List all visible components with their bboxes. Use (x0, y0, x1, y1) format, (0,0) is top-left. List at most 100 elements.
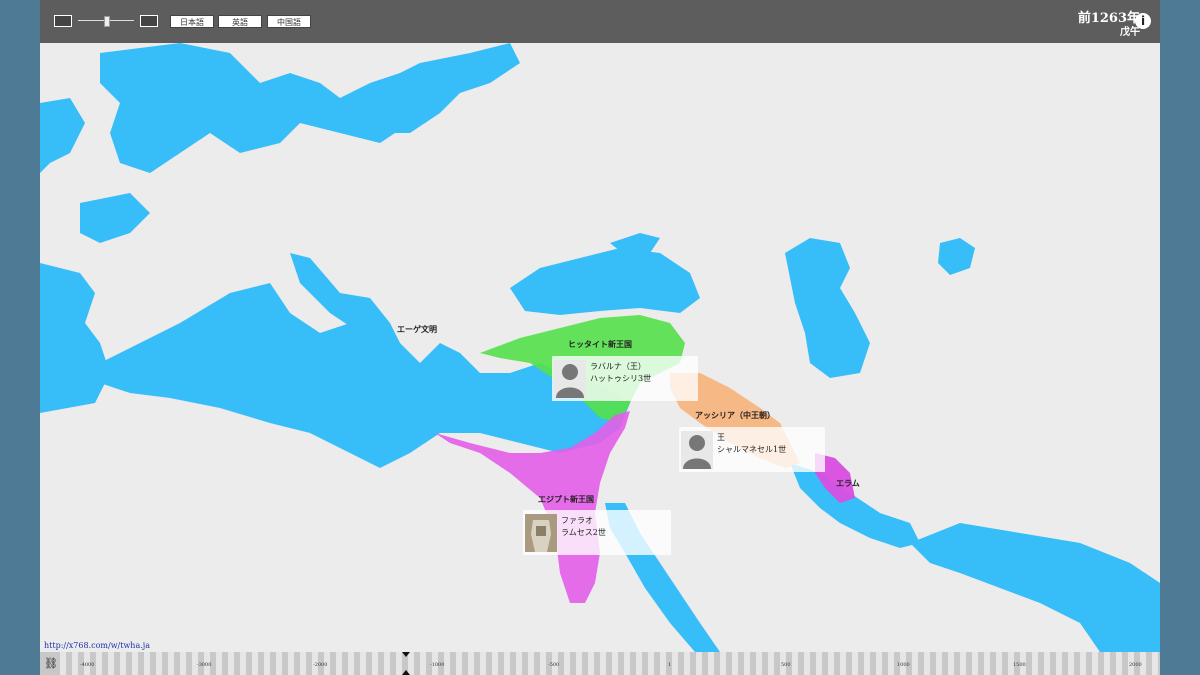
timeline-stripe (264, 652, 270, 675)
timeline-stripe (792, 652, 798, 675)
background-right (1160, 0, 1200, 675)
region-label-assyria[interactable]: アッシリア（中王朝） (695, 410, 775, 421)
timeline-stripe (492, 652, 498, 675)
map-app: 日本語 英語 中国語 前1263年 戊午 i エーゲ文明 ヒッタイト新王国 アッ… (40, 0, 1160, 675)
timeline-stripe (72, 652, 78, 675)
timeline-stripe (528, 652, 534, 675)
timeline-stripe (972, 652, 978, 675)
timeline-stripe (240, 652, 246, 675)
timeline-tick: -3000 (197, 662, 212, 668)
ruler-card-hittite[interactable]: ラバルナ（王） ハットゥシリ3世 (552, 356, 698, 401)
timeline-tick: 2000 (1129, 662, 1142, 668)
timeline-stripe (288, 652, 294, 675)
timeline-stripe (852, 652, 858, 675)
ruler-name: ラムセス2世 (561, 528, 606, 537)
zoom-slider-handle[interactable] (104, 16, 110, 27)
timeline-stripe (936, 652, 942, 675)
timeline-stripe (1104, 652, 1110, 675)
timeline-stripe (696, 652, 702, 675)
current-year-sexagenary: 戊午 (1120, 27, 1140, 38)
language-button-chinese[interactable]: 中国語 (267, 15, 311, 28)
timeline-stripe (456, 652, 462, 675)
timeline-stripe (516, 652, 522, 675)
timeline-stripe (816, 652, 822, 675)
timeline-stripe (216, 652, 222, 675)
timeline-stripe (600, 652, 606, 675)
zoom-out-icon[interactable] (54, 15, 72, 27)
region-label-egypt[interactable]: エジプト新王国 (538, 494, 594, 505)
ruler-card-assyria[interactable]: 王 シャルマネセル1世 (679, 427, 825, 472)
timeline-stripe (444, 652, 450, 675)
timeline-stripe (636, 652, 642, 675)
timeline-stripe (768, 652, 774, 675)
footer-link[interactable]: http://x768.com/w/twha.ja (44, 641, 150, 650)
timeline-stripe (276, 652, 282, 675)
timeline-stripe (60, 652, 66, 675)
person-silhouette-icon (681, 431, 713, 469)
timeline-stripe (564, 652, 570, 675)
ruler-name: ハットゥシリ3世 (590, 374, 652, 383)
ruler-card-egypt[interactable]: ファラオ ラムセス2世 (523, 510, 671, 555)
background-left (0, 0, 40, 675)
timeline-tick: -2000 (313, 662, 328, 668)
language-button-japanese[interactable]: 日本語 (170, 15, 214, 28)
timeline-stripe (252, 652, 258, 675)
timeline-stripe (984, 652, 990, 675)
timeline-stripe (96, 652, 102, 675)
region-label-aegean[interactable]: エーゲ文明 (397, 324, 437, 335)
timeline-stripe (924, 652, 930, 675)
region-label-elam[interactable]: エラム (836, 478, 860, 489)
timeline-tick: 500 (781, 662, 791, 668)
timeline-stripe (1092, 652, 1098, 675)
timeline-bar[interactable]: ⛓ -4000 -3000 -2000 -1000 -500 1 500 100… (40, 652, 1160, 675)
timeline-stripe (468, 652, 474, 675)
person-silhouette-icon (554, 360, 586, 398)
timeline-stripe (372, 652, 378, 675)
timeline-stripe (828, 652, 834, 675)
timeline-stripe (228, 652, 234, 675)
timeline-tick: -4000 (80, 662, 95, 668)
timeline-stripe (504, 652, 510, 675)
timeline-stripe (756, 652, 762, 675)
timeline-marker-top[interactable] (402, 652, 410, 657)
ruler-title: ファラオ (561, 516, 593, 525)
timeline-stripe (180, 652, 186, 675)
timeline-tick: 1 (668, 662, 672, 668)
timeline-stripe (348, 652, 354, 675)
timeline-stripe (948, 652, 954, 675)
timeline-tick: -500 (548, 662, 560, 668)
timeline-stripe (168, 652, 174, 675)
timeline-stripe (156, 652, 162, 675)
timeline-stripe (336, 652, 342, 675)
timeline-stripe (612, 652, 618, 675)
timeline-stripe (360, 652, 366, 675)
timeline-marker-bottom[interactable] (402, 670, 410, 675)
info-icon[interactable]: i (1135, 13, 1151, 29)
language-button-english[interactable]: 英語 (218, 15, 262, 28)
timeline-stripe (1056, 652, 1062, 675)
timeline-stripe (996, 652, 1002, 675)
timeline-stripe (1044, 652, 1050, 675)
timeline-stripe (144, 652, 150, 675)
timeline-stripe (540, 652, 546, 675)
timeline-stripe (120, 652, 126, 675)
region-label-hittite[interactable]: ヒッタイト新王国 (568, 339, 632, 350)
timeline-stripe (648, 652, 654, 675)
timeline-stripe (300, 652, 306, 675)
top-toolbar: 日本語 英語 中国語 前1263年 戊午 i (40, 0, 1160, 43)
zoom-in-icon[interactable] (140, 15, 158, 27)
timeline-stripe (960, 652, 966, 675)
timeline-stripe (1152, 652, 1158, 675)
timeline-stripe (708, 652, 714, 675)
timeline-stripe (132, 652, 138, 675)
timeline-stripe (480, 652, 486, 675)
timeline-stripe (888, 652, 894, 675)
timeline-stripe (1116, 652, 1122, 675)
ruler-title: ラバルナ（王） (590, 362, 646, 371)
timeline-stripe (876, 652, 882, 675)
link-icon[interactable]: ⛓ (44, 657, 58, 670)
timeline-stripe (672, 652, 678, 675)
timeline-stripe (684, 652, 690, 675)
timeline-stripe (840, 652, 846, 675)
timeline-stripe (420, 652, 426, 675)
